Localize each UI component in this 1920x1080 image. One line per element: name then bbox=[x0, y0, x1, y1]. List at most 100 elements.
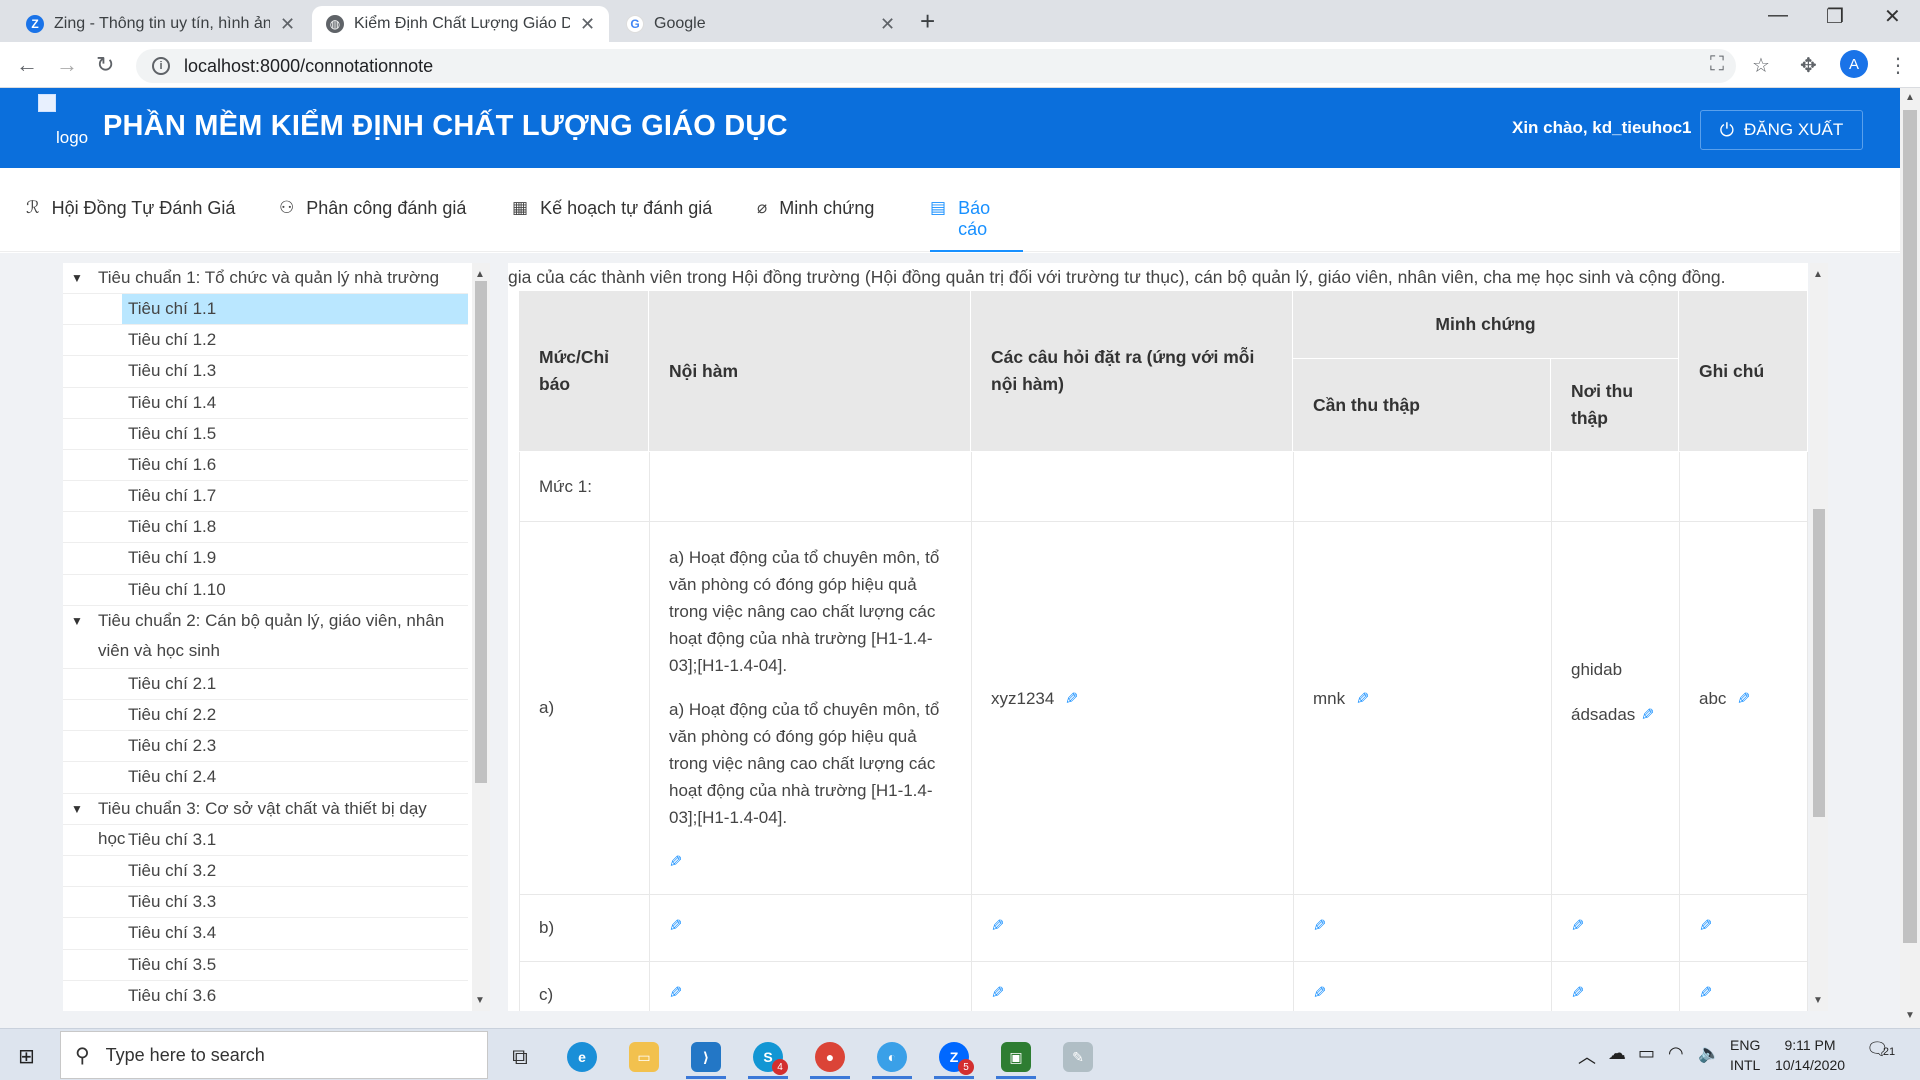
tree-item-3-2[interactable]: Tiêu chí 3.2 bbox=[63, 856, 468, 887]
address-bar[interactable]: i localhost:8000/connotationnote bbox=[136, 49, 1736, 83]
tree-item-3-1[interactable]: Tiêu chí 3.1 bbox=[63, 825, 468, 856]
row-c-where-edit[interactable]: ✎ bbox=[1571, 983, 1584, 1003]
vscode-icon[interactable]: ⟩ bbox=[682, 1035, 730, 1079]
profile-avatar[interactable]: A bbox=[1840, 50, 1868, 78]
zalo-icon[interactable]: Z5 bbox=[930, 1035, 978, 1079]
paperclip-icon: ⌀ bbox=[757, 198, 768, 217]
extensions-puzzle-icon[interactable]: ✥ bbox=[1800, 53, 1817, 78]
tree-item-2-1[interactable]: Tiêu chí 2.1 bbox=[63, 669, 468, 700]
tree-group-2[interactable]: ▼ Tiêu chuẩn 2: Cán bộ quản lý, giáo viê… bbox=[63, 606, 468, 669]
wifi-icon[interactable]: ◠ bbox=[1668, 1043, 1684, 1064]
caret-down-icon[interactable]: ▼ bbox=[71, 802, 83, 816]
forward-arrow-icon[interactable]: → bbox=[56, 52, 78, 78]
notification-center-icon[interactable]: 🗨21 bbox=[1866, 1039, 1895, 1060]
edit-pencil-icon[interactable]: ✎ bbox=[1356, 689, 1369, 709]
tree-group-1[interactable]: ▼ Tiêu chuẩn 1: Tổ chức và quản lý nhà t… bbox=[63, 263, 468, 294]
scroll-up-icon[interactable]: ▲ bbox=[1813, 269, 1823, 280]
app-blue-icon[interactable]: ◐ bbox=[868, 1035, 916, 1079]
tree-item-2-2[interactable]: Tiêu chí 2.2 bbox=[63, 700, 468, 731]
nav-item-phan-cong[interactable]: ⚇ Phân công đánh giá bbox=[279, 198, 466, 252]
tree-item-1-8[interactable]: Tiêu chí 1.8 bbox=[63, 512, 468, 543]
windows-start-icon[interactable]: ⊞ bbox=[18, 1044, 35, 1069]
browser-tab-zing[interactable]: Z Zing - Thông tin uy tín, hình ảnh ✕ bbox=[12, 6, 309, 42]
maximize-window-icon[interactable]: ❐ bbox=[1826, 4, 1844, 29]
close-window-icon[interactable]: ✕ bbox=[1884, 4, 1901, 29]
nav-item-minh-chung[interactable]: ⌀ Minh chứng bbox=[757, 198, 874, 252]
caret-down-icon[interactable]: ▼ bbox=[71, 614, 83, 628]
tree-item-1-2[interactable]: Tiêu chí 1.2 bbox=[63, 325, 468, 356]
scroll-down-icon[interactable]: ▼ bbox=[1813, 995, 1823, 1006]
battery-icon[interactable]: ▭ bbox=[1638, 1043, 1655, 1064]
nav-item-hoi-dong[interactable]: ℛ Hội Đồng Tự Đánh Giá bbox=[26, 198, 235, 252]
row-b-where-edit[interactable]: ✎ bbox=[1571, 916, 1584, 936]
tree-item-2-4[interactable]: Tiêu chí 2.4 bbox=[63, 762, 468, 794]
scroll-down-icon[interactable]: ▼ bbox=[475, 995, 485, 1006]
scroll-up-icon[interactable]: ▲ bbox=[1905, 92, 1915, 103]
close-tab-icon[interactable]: ✕ bbox=[580, 14, 595, 35]
browser-menu-icon[interactable]: ⋮ bbox=[1888, 53, 1908, 78]
tree-item-1-9[interactable]: Tiêu chí 1.9 bbox=[63, 543, 468, 575]
scrollbar-thumb[interactable] bbox=[1813, 509, 1825, 817]
minimize-window-icon[interactable]: — bbox=[1768, 4, 1788, 27]
skype-icon[interactable]: S4 bbox=[744, 1035, 792, 1079]
scroll-up-icon[interactable]: ▲ bbox=[475, 269, 485, 280]
row-c-questions-edit[interactable]: ✎ bbox=[991, 983, 1004, 1003]
tree-item-1-3[interactable]: Tiêu chí 1.3 bbox=[63, 356, 468, 388]
edit-pencil-icon[interactable]: ✎ bbox=[1737, 689, 1750, 709]
row-b-content-edit[interactable]: ✎ bbox=[669, 916, 682, 936]
logout-button[interactable]: ⏻ ĐĂNG XUẤT bbox=[1700, 110, 1863, 150]
info-icon[interactable]: i bbox=[152, 57, 170, 75]
scrollbar-thumb[interactable] bbox=[475, 281, 487, 783]
nav-item-bao-cao[interactable]: ▤ Báo cáo bbox=[930, 198, 1023, 252]
system-clock[interactable]: 9:11 PM 10/14/2020 bbox=[1770, 1035, 1850, 1075]
tree-group-3[interactable]: ▼ Tiêu chuẩn 3: Cơ sở vật chất và thiết … bbox=[63, 794, 468, 848]
tree-item-1-4[interactable]: Tiêu chí 1.4 bbox=[63, 388, 468, 419]
input-language[interactable]: ENG INTL bbox=[1730, 1035, 1760, 1075]
close-tab-icon[interactable]: ✕ bbox=[880, 14, 895, 35]
row-b-questions-edit[interactable]: ✎ bbox=[991, 916, 1004, 936]
taskbar-search-box[interactable]: ⚲ Type here to search bbox=[60, 1031, 488, 1079]
scrollbar-thumb[interactable] bbox=[1903, 110, 1917, 943]
nav-item-ke-hoach[interactable]: ▦ Kế hoạch tự đánh giá bbox=[512, 198, 712, 252]
bookmark-star-icon[interactable]: ☆ bbox=[1752, 53, 1770, 78]
browser-tab-google[interactable]: G Google ✕ bbox=[612, 6, 909, 42]
row-c-note-edit[interactable]: ✎ bbox=[1699, 983, 1712, 1003]
paint-icon[interactable]: ✎ bbox=[1054, 1035, 1102, 1079]
back-arrow-icon[interactable]: ← bbox=[16, 52, 38, 78]
edge-icon[interactable]: e bbox=[558, 1035, 606, 1079]
tree-scrollbar[interactable]: ▲ ▼ bbox=[472, 263, 490, 1011]
tree-item-2-3[interactable]: Tiêu chí 2.3 bbox=[63, 731, 468, 762]
tree-item-3-3[interactable]: Tiêu chí 3.3 bbox=[63, 887, 468, 918]
browser-tab-kiem-dinh[interactable]: ◍ Kiểm Định Chất Lượng Giáo Dục ✕ bbox=[312, 6, 610, 42]
terminal-icon[interactable]: ▣ bbox=[992, 1035, 1040, 1079]
caret-down-icon[interactable]: ▼ bbox=[71, 271, 83, 285]
panel-scrollbar[interactable]: ▲ ▼ bbox=[1810, 263, 1828, 1011]
tree-item-1-5[interactable]: Tiêu chí 1.5 bbox=[63, 419, 468, 450]
new-tab-button[interactable]: + bbox=[920, 6, 935, 37]
file-explorer-icon[interactable]: ▭ bbox=[620, 1035, 668, 1079]
tree-item-3-6[interactable]: Tiêu chí 3.6 bbox=[63, 981, 468, 1011]
tree-item-1-7[interactable]: Tiêu chí 1.7 bbox=[63, 481, 468, 512]
chrome-icon[interactable]: ● bbox=[806, 1035, 854, 1079]
page-scrollbar[interactable]: ▲ ▼ bbox=[1900, 88, 1920, 1028]
tree-item-3-4[interactable]: Tiêu chí 3.4 bbox=[63, 918, 468, 950]
scroll-down-icon[interactable]: ▼ bbox=[1905, 1010, 1915, 1021]
chevron-up-icon[interactable]: ︿ bbox=[1578, 1043, 1596, 1069]
task-view-icon[interactable]: ⧉ bbox=[496, 1035, 544, 1079]
tree-item-1-1[interactable]: Tiêu chí 1.1 bbox=[63, 294, 468, 325]
edit-pencil-icon[interactable]: ✎ bbox=[1641, 693, 1654, 738]
translate-icon[interactable]: ⛶ bbox=[1710, 53, 1724, 76]
edit-pencil-icon[interactable]: ✎ bbox=[1065, 689, 1078, 709]
row-b-need-edit[interactable]: ✎ bbox=[1313, 916, 1326, 936]
close-tab-icon[interactable]: ✕ bbox=[280, 14, 295, 35]
tree-item-1-10[interactable]: Tiêu chí 1.10 bbox=[63, 575, 468, 606]
tree-item-1-6[interactable]: Tiêu chí 1.6 bbox=[63, 450, 468, 481]
row-b-note-edit[interactable]: ✎ bbox=[1699, 916, 1712, 936]
reload-icon[interactable]: ↻ bbox=[96, 52, 114, 78]
edit-content-button[interactable]: ✎ bbox=[669, 848, 959, 876]
row-c-content-edit[interactable]: ✎ bbox=[669, 983, 682, 1003]
onedrive-cloud-icon[interactable]: ☁ bbox=[1608, 1043, 1626, 1064]
row-c-need-edit[interactable]: ✎ bbox=[1313, 983, 1326, 1003]
volume-mute-icon[interactable]: 🔈 bbox=[1698, 1043, 1720, 1064]
tree-item-3-5[interactable]: Tiêu chí 3.5 bbox=[63, 950, 468, 981]
